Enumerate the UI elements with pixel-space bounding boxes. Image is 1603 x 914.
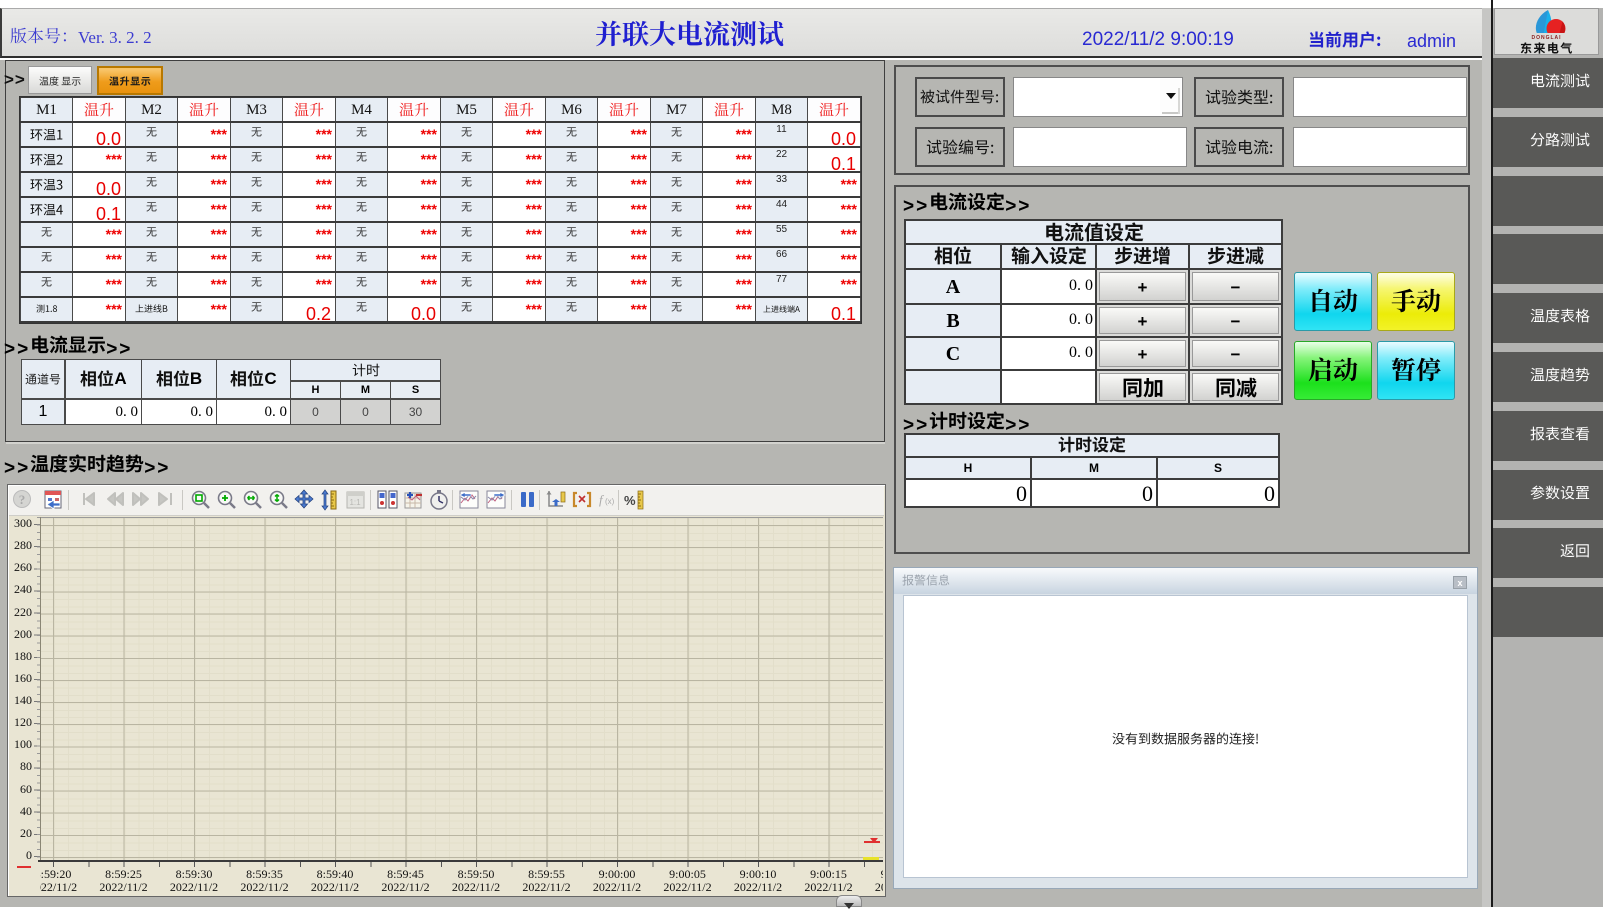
svg-text:?: ? — [19, 492, 26, 507]
svg-text:(x): (x) — [605, 497, 615, 506]
svg-text:1:1: 1:1 — [349, 498, 361, 507]
svg-text:%: % — [624, 493, 636, 508]
